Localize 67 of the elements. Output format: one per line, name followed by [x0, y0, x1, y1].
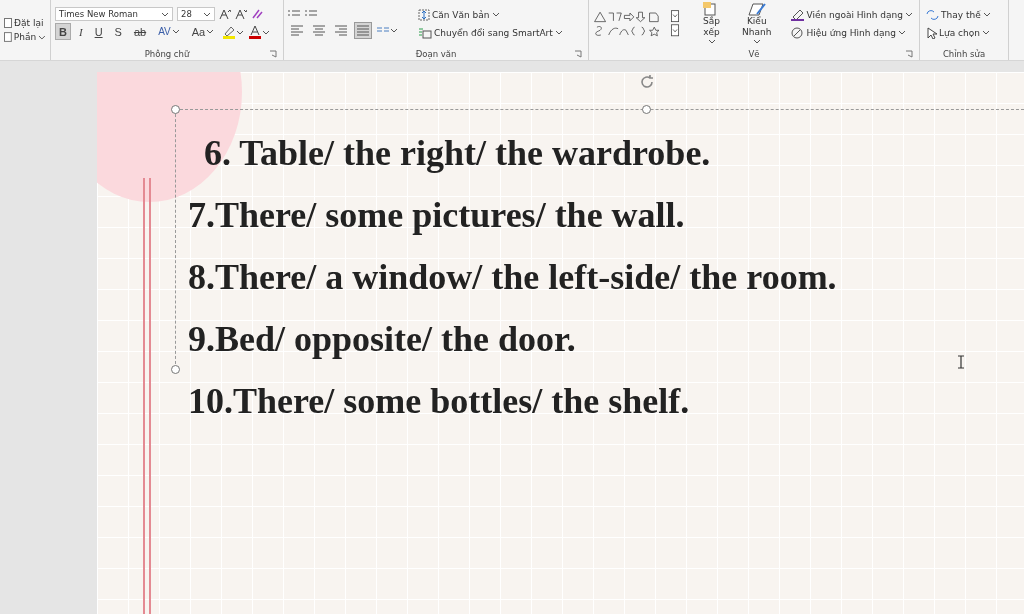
format-button[interactable]: U — [90, 23, 107, 40]
shape-effects-icon — [791, 26, 805, 39]
format-button[interactable]: I — [74, 23, 87, 40]
grow-font-icon[interactable] — [219, 9, 231, 19]
group-label: Chỉnh sửa — [942, 48, 986, 59]
align-icon — [334, 23, 348, 37]
caret-icon — [707, 38, 716, 45]
font-name-field[interactable]: Times New Roman — [55, 7, 173, 21]
caret-icon — [171, 28, 180, 35]
caret-icon — [38, 33, 46, 41]
ribbon-large-button[interactable]: Kiểu Nhanh — [742, 2, 772, 45]
resize-handle[interactable] — [171, 105, 180, 114]
caret-icon — [554, 29, 563, 36]
resize-handle[interactable] — [642, 105, 651, 114]
text-cursor-icon — [957, 355, 965, 369]
columns-icon[interactable] — [376, 25, 398, 35]
pointer-icon — [926, 26, 937, 39]
format-button[interactable]: S — [110, 23, 126, 40]
shrink-font-icon[interactable] — [235, 9, 247, 19]
format-button[interactable]: Aa — [187, 23, 219, 40]
dialog-launcher-icon[interactable] — [269, 50, 277, 58]
group-label: Đoạn văn — [415, 48, 457, 59]
slide-text-line: 9.Bed/ opposite/ the door. — [188, 318, 576, 361]
slide-text-line: 7.There/ some pictures/ the wall. — [188, 194, 685, 237]
command-button[interactable]: Lựa chọn — [924, 25, 1004, 40]
dialog-launcher-icon[interactable] — [905, 50, 913, 58]
format-button[interactable]: ab — [129, 23, 151, 40]
ribbon-large-button[interactable]: Sắp xếp — [698, 2, 725, 45]
slide-text-line: 8.There/ a window/ the left-side/ the room. — [188, 256, 837, 299]
caret-icon — [161, 10, 169, 18]
replace-icon — [926, 8, 939, 21]
slide-text-line: 6. Table/ the right/ the wardrobe. — [204, 132, 711, 175]
shape-outline-icon — [791, 8, 805, 21]
font-size-field[interactable]: 28 — [177, 7, 215, 21]
caret-icon — [206, 28, 215, 35]
command-button[interactable]: Phần — [2, 31, 48, 43]
dialog-launcher-icon[interactable] — [574, 50, 582, 58]
command-button[interactable]: Căn Văn bản — [416, 7, 565, 22]
align-button[interactable] — [354, 21, 372, 39]
rotate-handle-icon[interactable] — [639, 74, 655, 90]
group-label: Phông chữ — [144, 48, 190, 59]
resize-handle[interactable] — [171, 365, 180, 374]
group-label: Vẽ — [748, 48, 760, 59]
caret-icon — [491, 11, 500, 18]
command-button[interactable]: Hiệu ứng Hình dạng — [789, 25, 915, 40]
caret-icon — [898, 29, 906, 36]
align-icon — [290, 23, 304, 37]
font-color-icon[interactable] — [248, 24, 271, 39]
command-button[interactable]: Đặt lại — [2, 17, 48, 29]
smartart-icon — [418, 26, 432, 39]
caret-icon — [203, 10, 211, 18]
caret-icon — [982, 11, 991, 18]
text-align-icon — [418, 8, 430, 21]
caret-icon — [981, 29, 990, 36]
caret-icon — [905, 11, 913, 18]
highlighter-icon[interactable] — [222, 24, 245, 39]
format-button[interactable]: AV — [154, 23, 184, 40]
clear-format-icon[interactable] — [251, 9, 263, 19]
command-button[interactable]: Chuyển đổi sang SmartArt — [416, 25, 565, 40]
bullets-icon[interactable] — [288, 8, 318, 18]
command-button[interactable]: Thay thế — [924, 7, 1004, 22]
align-icon — [312, 23, 326, 37]
command-button[interactable]: Viền ngoài Hình dạng — [789, 7, 915, 22]
format-button[interactable]: B — [55, 23, 71, 40]
align-icon — [356, 23, 370, 37]
caret-icon — [752, 38, 761, 45]
slide-text-line: 10.There/ some bottles/ the shelf. — [188, 380, 690, 423]
